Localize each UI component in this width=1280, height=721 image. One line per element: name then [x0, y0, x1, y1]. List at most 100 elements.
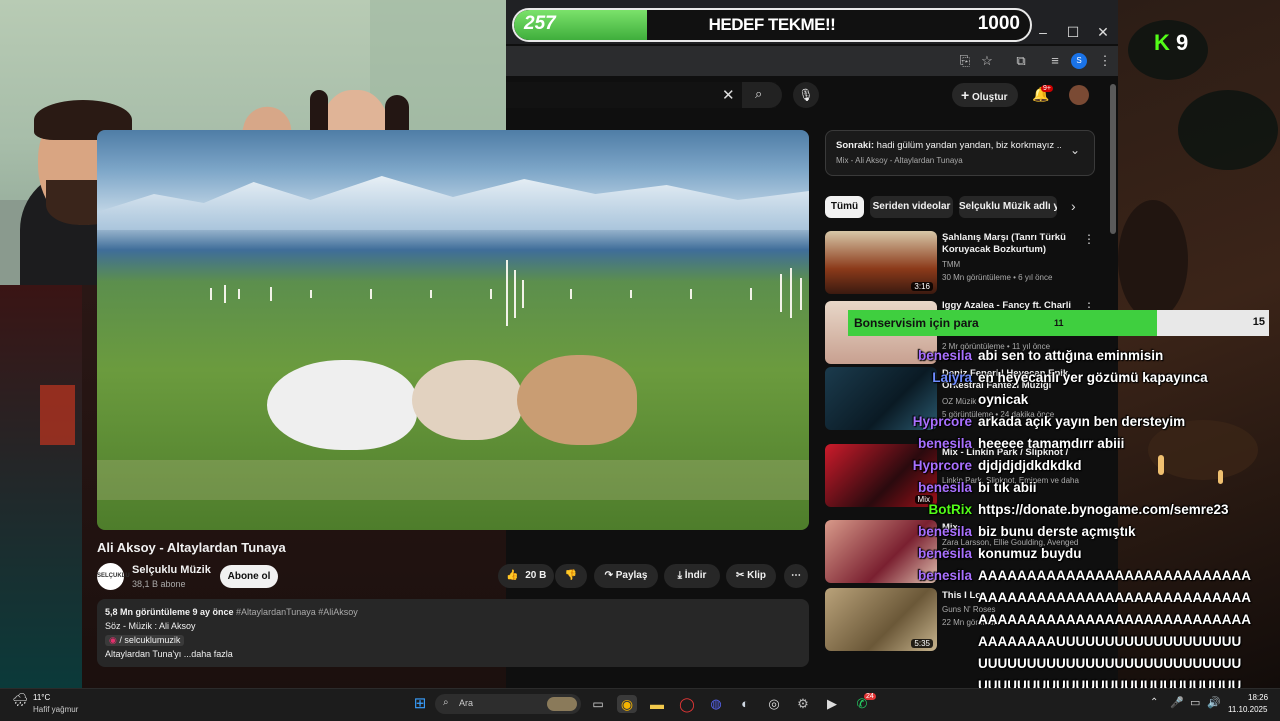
rec-meta: 5 görüntüleme • 24 dakika önce: [942, 410, 1055, 419]
mix-badge: Mix: [914, 495, 933, 504]
horse-cream: [412, 360, 522, 440]
youtube-search-input[interactable]: [506, 82, 776, 108]
chevron-right-icon[interactable]: ›: [1071, 198, 1076, 214]
account-avatar[interactable]: [1069, 85, 1089, 105]
install-app-icon[interactable]: ⎘: [956, 52, 974, 70]
up-next-title: hadi gülüm yandan yandan, biz korkmayız …: [876, 140, 1061, 151]
chip-all[interactable]: Tümü: [825, 196, 864, 218]
close-window-icon[interactable]: ✕: [1092, 24, 1114, 40]
download-button[interactable]: ⤓ İndir: [664, 564, 720, 588]
search-icon: ⌕: [755, 86, 763, 101]
rec-thumbnail[interactable]: 3:16: [825, 231, 937, 294]
weather-icon[interactable]: 🌧: [12, 692, 29, 708]
subscriber-count: 38,1 B abone: [132, 579, 186, 589]
rec-title[interactable]: This I Lo: [942, 590, 1082, 602]
video-title: Ali Aksoy - Altaylardan Tunaya: [97, 540, 286, 555]
kick-viewer-badge: K 9: [1154, 30, 1188, 56]
plus-icon: +: [961, 87, 970, 103]
taskbar-search[interactable]: ⌕ Ara: [435, 694, 581, 714]
viewer-count: 9: [1176, 30, 1189, 55]
minimize-icon[interactable]: –: [1032, 24, 1054, 40]
browser-menu-icon[interactable]: ⋮: [1096, 52, 1114, 70]
steam-icon[interactable]: ◐: [735, 695, 755, 713]
obs-icon[interactable]: ◎: [764, 695, 784, 713]
rec-channel[interactable]: Guns N' Roses: [942, 605, 1092, 614]
rec-title[interactable]: Şahlanış Marşı (Tanrı Türkü Koruyacak Bo…: [942, 232, 1082, 256]
search-placeholder: Ara: [459, 698, 474, 708]
rec-channel[interactable]: Linkin Park, Slipknot, Eminem ve daha fa…: [942, 476, 1092, 494]
audio-visualizer: [210, 260, 810, 330]
task-view-icon[interactable]: ▭: [588, 695, 608, 713]
thumbs-up-icon: 👍: [506, 570, 519, 581]
clock-date[interactable]: 11.10.2025: [1228, 705, 1267, 714]
rec-meta: 22 Mn görüntüle: [942, 618, 1000, 627]
goal-target: 1000: [977, 13, 1020, 34]
discord-icon[interactable]: ◍: [706, 695, 726, 713]
clear-search-icon[interactable]: ✕: [722, 86, 735, 104]
view-stats: 5,8 Mn görüntüleme 9 ay önce: [105, 607, 234, 617]
video-description[interactable]: 5,8 Mn görüntüleme 9 ay önce #Altaylarda…: [97, 599, 809, 667]
volume-icon[interactable]: 🔊: [1207, 696, 1221, 709]
subscribe-button[interactable]: Abone ol: [220, 565, 278, 588]
share-label: Paylaş: [615, 570, 648, 581]
like-button[interactable]: 👍 20 B: [498, 564, 554, 588]
bonus-goal-title: Bonservisim için para: [854, 316, 979, 330]
chrome-icon[interactable]: ◉: [617, 695, 637, 713]
share-button[interactable]: ↷ Paylaş: [594, 564, 658, 588]
voice-search-icon[interactable]: 🎙: [793, 82, 819, 108]
weather-desc[interactable]: Hafif yağmur: [33, 705, 78, 714]
settings-gear-icon[interactable]: ⚙: [793, 695, 813, 713]
windows-start-icon[interactable]: ⊞: [410, 695, 430, 713]
search-button[interactable]: ⌕: [742, 82, 782, 108]
rec-title[interactable]: Mix - Linkin Park / Slipknot /: [942, 447, 1082, 459]
rec-channel[interactable]: Zara Larsson, Ellie Goulding, Avenged Se…: [942, 538, 1092, 556]
horse-white: [267, 360, 417, 450]
weather-temp[interactable]: 11°C: [33, 693, 50, 702]
profile-avatar[interactable]: S: [1071, 53, 1087, 69]
media-control-icon[interactable]: ≡: [1046, 52, 1064, 70]
video-player[interactable]: [97, 130, 809, 530]
chevron-down-icon[interactable]: ⌄: [1070, 143, 1080, 157]
chip-series[interactable]: Seriden videolar: [870, 196, 953, 218]
app-badge: 24: [864, 693, 876, 700]
microphone-icon[interactable]: 🎤: [1170, 696, 1184, 709]
rec-channel[interactable]: OZ Müzik: [942, 397, 1092, 406]
sidebar-scrollbar[interactable]: [1110, 84, 1116, 234]
create-button[interactable]: + Oluştur: [952, 83, 1018, 107]
media-player-icon[interactable]: ▶: [822, 695, 842, 713]
bookmark-star-icon[interactable]: ☆: [978, 52, 996, 70]
extensions-icon[interactable]: ⧉: [1012, 52, 1030, 70]
search-icon: ⌕: [443, 697, 449, 708]
rec-thumbnail[interactable]: [825, 520, 937, 583]
instagram-link[interactable]: ◉ / selcuklumuzik: [105, 635, 185, 646]
rec-menu-icon[interactable]: ⋮: [1083, 232, 1095, 246]
rec-thumbnail[interactable]: [825, 367, 937, 430]
description-more[interactable]: Altaylardan Tuna'yı ...daha fazla: [105, 649, 233, 659]
rec-meta: 30 Mn görüntüleme • 6 yıl önce: [942, 273, 1053, 282]
dislike-button[interactable]: 👎: [555, 564, 587, 588]
rec-title[interactable]: Deniz Feneri | Heyecan Epik Orkestral Fa…: [942, 368, 1082, 392]
network-icon[interactable]: ▭: [1190, 696, 1200, 709]
more-actions-button[interactable]: ⋯: [784, 564, 808, 588]
download-icon: ⤓: [677, 570, 682, 581]
desktop-wallpaper-right: [1118, 0, 1280, 688]
file-explorer-icon[interactable]: ▬: [647, 695, 667, 713]
opera-icon[interactable]: ◯: [677, 695, 697, 713]
rec-thumbnail[interactable]: 5:35: [825, 588, 937, 651]
maximize-icon[interactable]: ☐: [1062, 24, 1084, 40]
clock-time[interactable]: 18:26: [1248, 693, 1268, 702]
rec-thumbnail[interactable]: Mix: [825, 444, 937, 507]
rec-channel[interactable]: TMM: [942, 260, 1092, 269]
rec-title[interactable]: Mix: [942, 522, 1082, 534]
instagram-icon: ◉: [109, 635, 117, 645]
up-next-subtitle: Mix - Ali Aksoy - Altaylardan Tunaya: [836, 156, 963, 165]
tray-chevron-icon[interactable]: ⌃: [1150, 697, 1158, 708]
hashtags[interactable]: #AltaylardanTunaya #AliAksoy: [236, 607, 358, 617]
up-next-panel[interactable]: Sonraki: hadi gülüm yandan yandan, biz k…: [825, 130, 1095, 176]
channel-name[interactable]: Selçuklu Müzik: [132, 564, 211, 576]
bonus-goal-current: 11: [1054, 318, 1064, 328]
scissors-icon: ✂: [735, 570, 745, 581]
channel-avatar[interactable]: SELÇUKLU: [97, 563, 130, 590]
chip-channel[interactable]: Selçuklu Müzik adlı y: [959, 196, 1057, 218]
clip-button[interactable]: ✂ Klip: [726, 564, 776, 588]
